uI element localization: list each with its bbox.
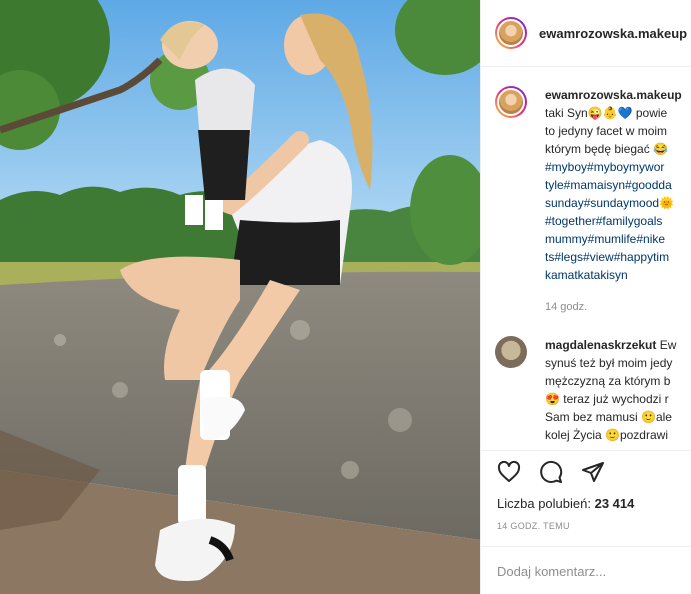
hashtag-line[interactable]: #together#familygoals	[545, 214, 662, 228]
heart-icon[interactable]	[497, 460, 521, 484]
hashtag-line[interactable]: ts#legs#view#happytim	[545, 250, 669, 264]
comment-icon[interactable]	[539, 460, 563, 484]
author-avatar[interactable]	[495, 17, 527, 49]
comments-list[interactable]: ewamrozowska.makeup taki Syn😜👶💙 powie to…	[495, 86, 691, 446]
commenter-username[interactable]: magdalenaskrzekut	[545, 338, 656, 352]
hashtag-line[interactable]: mummy#mumlife#nike	[545, 232, 665, 246]
actions-divider	[481, 450, 691, 451]
caption-author-avatar[interactable]	[495, 86, 527, 118]
caption-line: to jedyny facet w moim	[545, 124, 668, 138]
likes-label: Liczba polubień:	[497, 496, 591, 511]
caption: ewamrozowska.makeup taki Syn😜👶💙 powie to…	[495, 86, 691, 316]
comment-first-word: Ew	[659, 338, 677, 352]
hashtag-line[interactable]: kamatkatakisyn	[545, 268, 628, 282]
action-bar	[497, 460, 605, 484]
post-sidebar: ewamrozowska.makeup ewamrozowska.makeup …	[480, 0, 691, 594]
add-comment-input[interactable]	[481, 547, 691, 594]
caption-time[interactable]: 14 godz.	[545, 298, 691, 316]
likes-summary[interactable]: Liczba polubień: 23 414	[497, 496, 634, 511]
comment-line: 😍 teraz już wychodzi r	[545, 392, 669, 406]
caption-line: którym będę biegać 😂	[545, 142, 668, 156]
post-header: ewamrozowska.makeup	[481, 0, 691, 67]
caption-author[interactable]: ewamrozowska.makeup	[545, 88, 682, 102]
hashtag-line[interactable]: tyle#mamaisyn#goodda	[545, 178, 672, 192]
hashtag-line[interactable]: #myboy#myboymywor	[545, 160, 664, 174]
comment-item: magdalenaskrzekut Ew synuś też był moim …	[495, 336, 691, 444]
post-timestamp[interactable]: 14 GODZ. TEMU	[497, 521, 570, 531]
hashtag-line[interactable]: sunday#sundaymood🌞	[545, 196, 674, 210]
comment-line: kolej Życia 🙂pozdrawi	[545, 428, 668, 442]
likes-count: 23 414	[594, 496, 635, 511]
comment-line: mężczyzną za którym b	[545, 374, 671, 388]
comment-line: synuś też był moim jedy	[545, 356, 673, 370]
post-image	[0, 0, 480, 594]
post-photo[interactable]	[0, 0, 480, 594]
author-username[interactable]: ewamrozowska.makeup	[539, 26, 687, 41]
paper-plane-icon[interactable]	[581, 460, 605, 484]
commenter-avatar[interactable]	[495, 336, 527, 368]
add-comment-bar	[481, 546, 691, 594]
comment-line: Sam bez mamusi 🙂ale	[545, 410, 672, 424]
caption-line: taki Syn😜👶💙 powie	[545, 106, 668, 120]
